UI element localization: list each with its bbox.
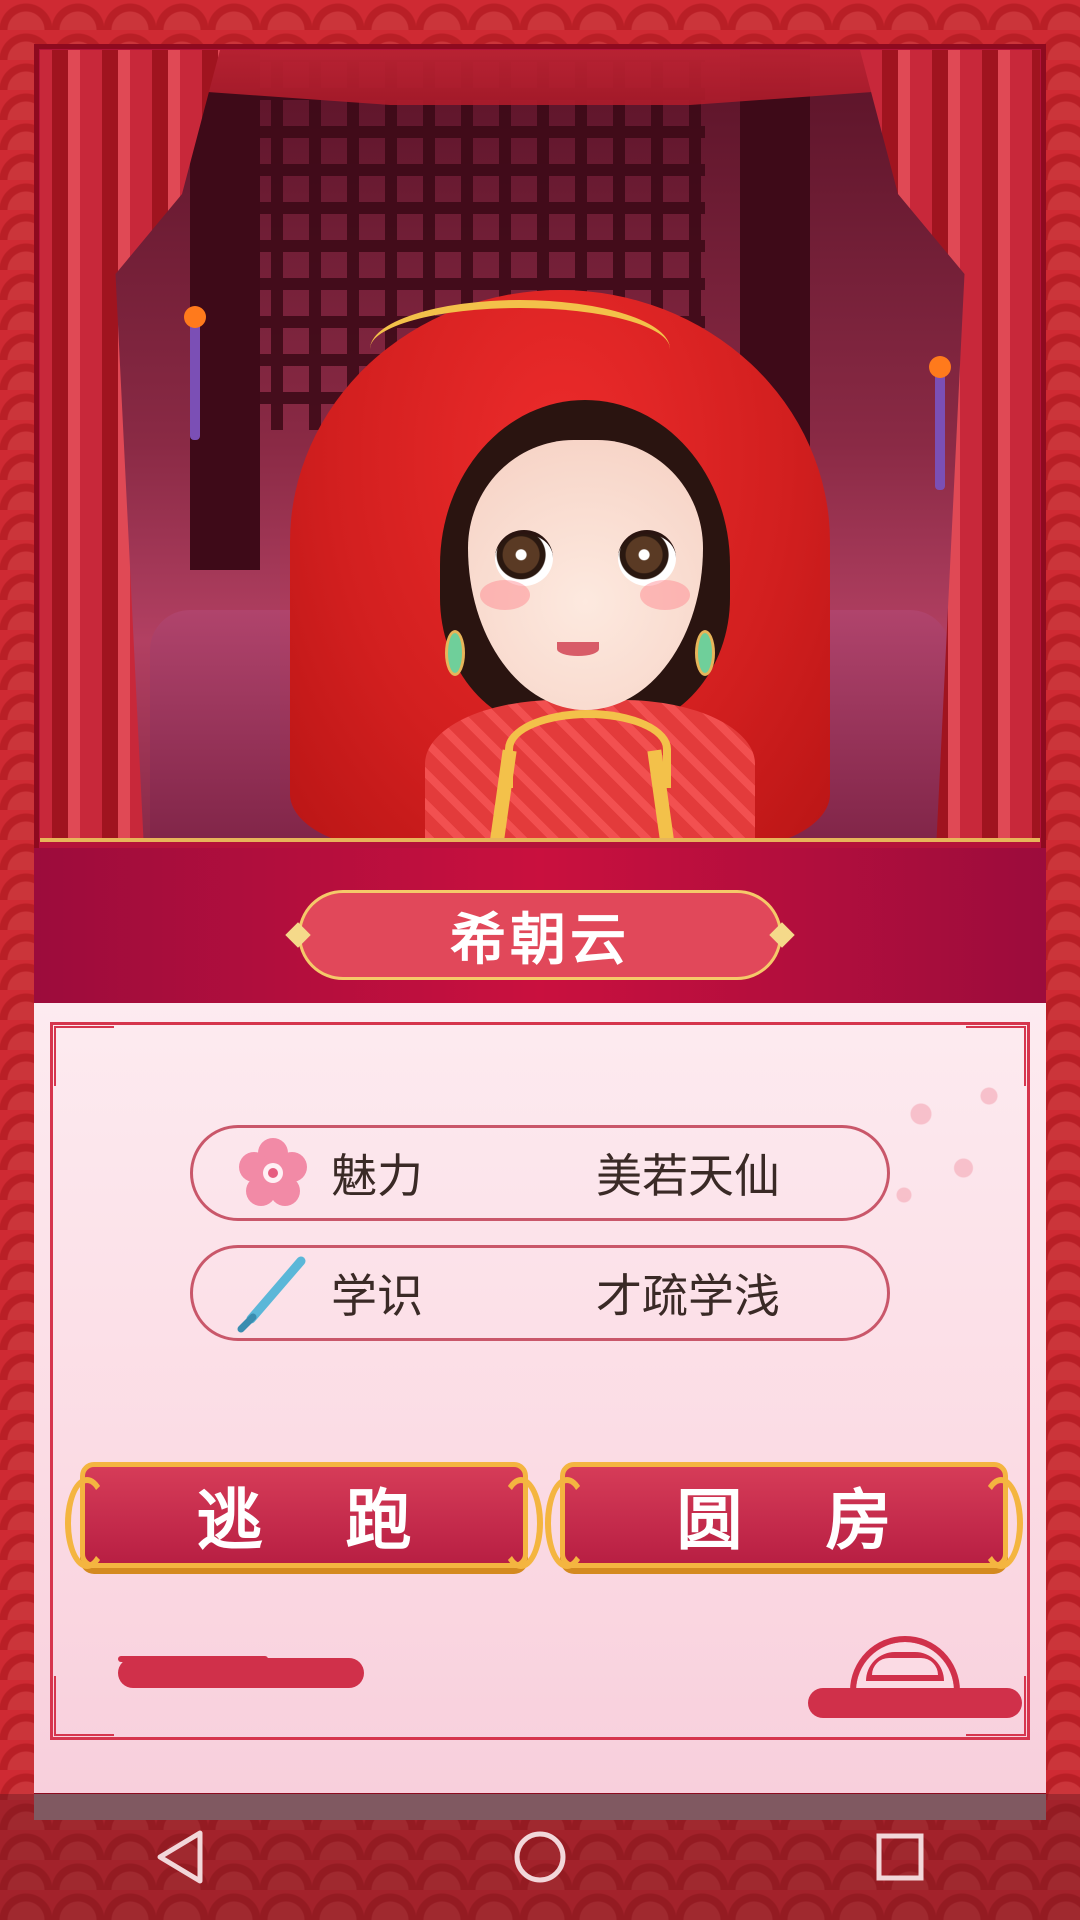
home-circle-icon[interactable] [500, 1817, 580, 1897]
tassel-icon [184, 306, 206, 440]
corner-ornament [50, 1676, 114, 1740]
plum-blossom-icon [233, 1133, 313, 1213]
escape-button-label: 逃 跑 [196, 1482, 442, 1559]
stat-value: 才疏学浅 [596, 1269, 780, 1323]
dress-collar [505, 710, 671, 788]
stat-row-knowledge: 学识 才疏学浅 [190, 1245, 890, 1341]
character-mouth [557, 642, 599, 656]
jade-earring-icon [445, 630, 465, 676]
system-navigation-bar [0, 1794, 1080, 1920]
left-eye [495, 530, 553, 586]
recents-square-icon[interactable] [860, 1817, 940, 1897]
cloud-scroll-decoration [118, 1658, 364, 1688]
stat-label: 学识 [331, 1269, 423, 1323]
consummate-button-label: 圆 房 [676, 1482, 922, 1559]
plum-branch-decoration [870, 1060, 1040, 1240]
escape-button[interactable]: 逃 跑 [65, 1462, 543, 1569]
stat-label: 魅力 [331, 1149, 423, 1203]
stat-row-charm: 魅力 美若天仙 [190, 1125, 890, 1221]
writing-brush-icon [233, 1253, 313, 1333]
cheek-blush [480, 580, 530, 610]
corner-ornament [50, 1022, 114, 1086]
consummate-button[interactable]: 圆 房 [545, 1462, 1023, 1569]
back-triangle-icon[interactable] [140, 1817, 220, 1897]
character-name: 希朝云 [450, 907, 630, 973]
veil-gold-embroidery [370, 300, 670, 398]
character-portrait-scene [40, 50, 1040, 842]
cheek-blush [640, 580, 690, 610]
stat-value: 美若天仙 [596, 1149, 780, 1203]
right-eye [618, 530, 676, 586]
jade-earring-icon [695, 630, 715, 676]
tassel-icon [929, 356, 951, 490]
character-name-plate: 希朝云 [298, 890, 782, 980]
cloud-scroll-decoration [808, 1688, 1022, 1718]
